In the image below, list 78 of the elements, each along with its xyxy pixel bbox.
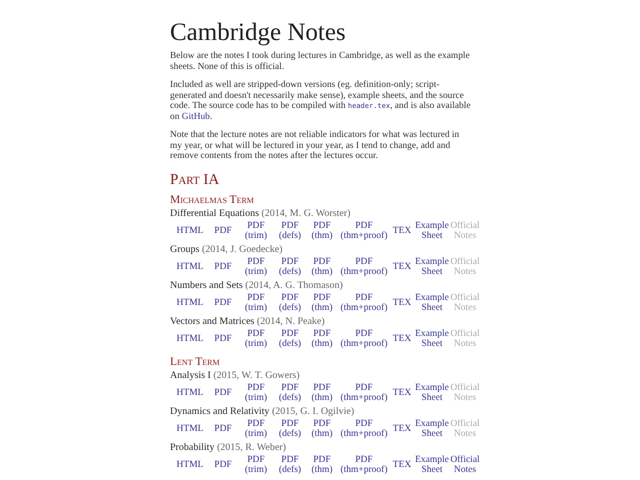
link[interactable]: TEX [392,424,412,434]
link[interactable]: TEX [392,388,412,398]
link[interactable]: TEX [392,226,412,236]
link[interactable]: PDF (thm+proof) [340,256,388,278]
course-details: (2014, N. Peake) [256,316,325,326]
link[interactable]: PDF (defs) [278,328,302,350]
link[interactable]: TEX [392,334,412,344]
link[interactable]: TEX [392,262,412,272]
link[interactable]: HTML [176,424,204,434]
link[interactable]: PDF [214,460,232,470]
link[interactable]: PDF (trim) [244,256,268,278]
term-heading: Michaelmas Term [170,194,255,206]
link[interactable]: PDF (thm) [311,382,333,404]
link[interactable]: PDF (trim) [244,220,268,242]
link[interactable]: PDF (trim) [244,454,268,476]
course-details: (2015, W. T. Gowers) [213,370,300,380]
link[interactable]: HTML [176,226,204,236]
link[interactable]: PDF (thm) [311,292,333,314]
course-title: Differential Equations [170,208,259,218]
link[interactable]: PDF (defs) [278,292,302,314]
link[interactable]: HTML [176,298,204,308]
link[interactable]: TEX [392,460,412,470]
link[interactable]: PDF (defs) [278,256,302,278]
link[interactable]: PDF (defs) [278,220,302,242]
link[interactable]: Official Notes [450,454,480,476]
link[interactable]: HTML [176,262,204,272]
course-details: (2014, M. G. Worster) [261,208,350,218]
link[interactable]: PDF (trim) [244,382,268,404]
link[interactable]: PDF (thm) [311,454,333,476]
link[interactable]: PDF (defs) [278,418,302,440]
link[interactable]: PDF (thm+proof) [340,328,388,350]
course-details: (2015, G. I. Ogilvie) [272,406,354,416]
course-title: Groups [170,244,200,254]
link[interactable]: Example Sheet [415,454,449,476]
link[interactable]: PDF (trim) [244,292,268,314]
link[interactable]: PDF (trim) [244,418,268,440]
link[interactable]: PDF [214,298,232,308]
github-link[interactable]: GitHub [182,112,210,122]
link[interactable]: Example Sheet [415,418,449,440]
part-heading: Part IA [170,172,220,188]
course-title: Dynamics and Relativity [170,406,270,416]
link[interactable]: HTML [176,334,204,344]
course-title: Vectors and Matrices [170,316,254,326]
link[interactable]: PDF (thm+proof) [340,454,388,476]
link[interactable]: Example Sheet [415,382,449,404]
link[interactable]: HTML [176,388,204,398]
link[interactable]: PDF [214,262,232,272]
link[interactable]: TEX [392,298,412,308]
link[interactable]: PDF (thm+proof) [340,382,388,404]
link[interactable]: HTML [176,460,204,470]
link[interactable]: Example Sheet [415,328,449,350]
link[interactable]: PDF (defs) [278,454,302,476]
link[interactable]: PDF [214,424,232,434]
link[interactable]: PDF (thm+proof) [340,418,388,440]
course-title: Analysis I [170,370,211,380]
link[interactable]: PDF [214,226,232,236]
link[interactable]: PDF (thm) [311,256,333,278]
paragraph: Below are the notes I took during lectures in Cambridge, as well as the example sheets. None of this is official. [170,51,471,72]
link[interactable]: PDF (defs) [278,382,302,404]
course-details: (2014, A. G. Thomason) [245,280,343,290]
course-title: Numbers and Sets [170,280,243,290]
link[interactable]: Example Sheet [415,256,449,278]
course-details: (2014, J. Goedecke) [202,244,282,254]
link[interactable]: Example Sheet [415,292,449,314]
paragraph: Note that the lecture notes are not reliable indicators for what was lectured in my year, or what will be lectured in your year, as I tend to change, add and remove contents from the notes after the lectures occur. [170,130,460,162]
link[interactable]: PDF (thm+proof) [340,220,388,242]
page-title: Cambridge Notes [170,18,347,48]
link[interactable]: Example Sheet [415,220,449,242]
course-title: Probability [170,442,214,452]
course-details: (2015, R. Weber) [216,442,286,452]
link[interactable]: PDF (thm) [311,418,333,440]
link[interactable]: PDF (thm+proof) [340,292,388,314]
link[interactable]: PDF (thm) [311,328,333,350]
link[interactable]: PDF [214,388,232,398]
link[interactable]: PDF [214,334,232,344]
term-heading: Lent Term [170,356,221,368]
link[interactable]: PDF (trim) [244,328,268,350]
link[interactable]: PDF (thm) [311,220,333,242]
